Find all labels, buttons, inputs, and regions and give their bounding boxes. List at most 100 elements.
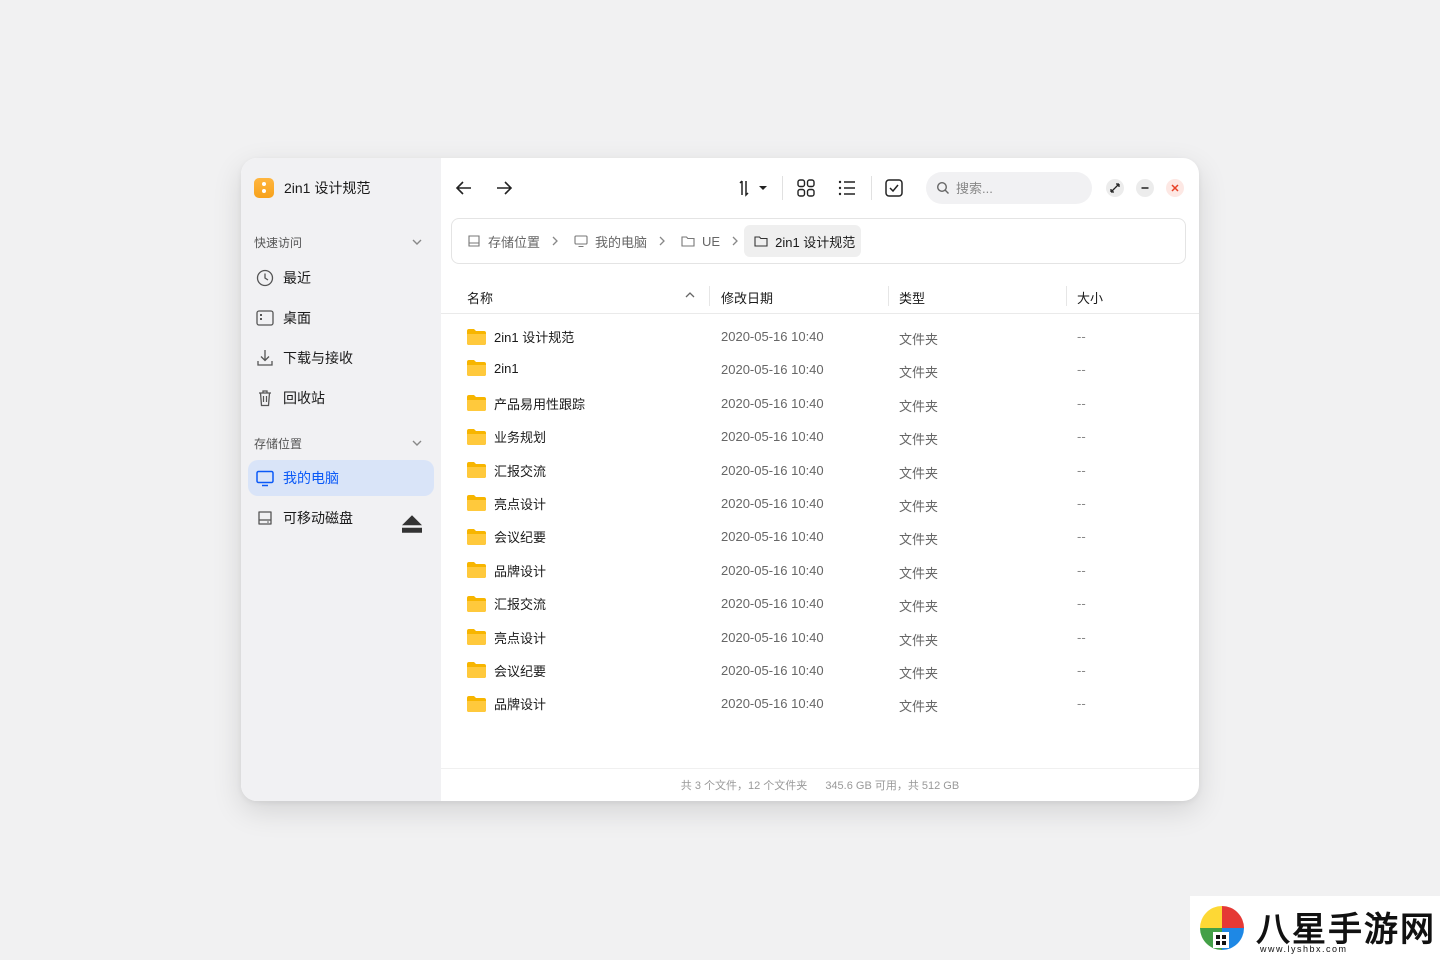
back-button[interactable] [453, 177, 475, 199]
folder-icon [467, 695, 486, 712]
app-logo-icon [254, 178, 274, 198]
file-size: -- [1077, 562, 1086, 578]
grid-view-button[interactable] [795, 178, 817, 198]
multi-select-button[interactable] [883, 178, 905, 198]
table-row[interactable]: 2in1 2020-05-16 10:40 文件夹 -- [441, 353, 1199, 386]
sidebar-item-downloads[interactable]: 下载与接收 [248, 340, 434, 376]
file-type: 文件夹 [899, 365, 939, 381]
list-view-button[interactable] [836, 178, 858, 198]
sort-ascending-chevron-icon[interactable] [684, 290, 696, 300]
file-name-cell: 会议纪要 [467, 661, 546, 680]
file-size: -- [1077, 629, 1086, 645]
file-date: 2020-05-16 10:40 [721, 429, 824, 445]
file-type: 文件夹 [899, 498, 939, 514]
file-date: 2020-05-16 10:40 [721, 629, 824, 645]
column-divider[interactable] [1066, 286, 1067, 306]
table-row[interactable]: 业务规划 2020-05-16 10:40 文件夹 -- [441, 420, 1199, 453]
fullscreen-button[interactable] [1106, 179, 1124, 197]
file-type: 文件夹 [899, 665, 939, 681]
file-name-cell: 亮点设计 [467, 628, 546, 647]
table-row[interactable]: 亮点设计 2020-05-16 10:40 文件夹 -- [441, 621, 1199, 654]
search-box[interactable] [926, 172, 1092, 204]
file-date: 2020-05-16 10:40 [721, 696, 824, 712]
breadcrumb-item-storage[interactable]: 存储位置 [457, 225, 546, 257]
file-name-cell: 汇报交流 [467, 461, 546, 480]
file-size: -- [1077, 662, 1086, 678]
column-header-name[interactable]: 名称 [467, 288, 493, 307]
sidebar-item-recent[interactable]: 最近 [248, 260, 434, 296]
sidebar-item-my-computer[interactable]: 我的电脑 [248, 460, 434, 496]
forward-button[interactable] [493, 177, 515, 199]
file-date: 2020-05-16 10:40 [721, 495, 824, 511]
table-row[interactable]: 产品易用性跟踪 2020-05-16 10:40 文件夹 -- [441, 387, 1199, 420]
file-name-cell: 亮点设计 [467, 494, 546, 513]
table-row[interactable]: 会议纪要 2020-05-16 10:40 文件夹 -- [441, 654, 1199, 687]
folder-icon [467, 595, 486, 612]
sidebar-item-trash[interactable]: 回收站 [248, 380, 434, 416]
file-manager-window: 2in1 设计规范 快速访问 最近 桌面 下载与接收 回收站 存储位置 我的电脑 [241, 158, 1199, 801]
sidebar-item-label: 可移动磁盘 [283, 510, 353, 526]
sidebar-item-label: 下载与接收 [283, 350, 353, 366]
minimize-button[interactable] [1136, 179, 1154, 197]
sidebar-item-desktop[interactable]: 桌面 [248, 300, 434, 336]
file-size: -- [1077, 462, 1086, 478]
table-row[interactable]: 汇报交流 2020-05-16 10:40 文件夹 -- [441, 587, 1199, 620]
folder-icon [467, 562, 486, 579]
column-header-type[interactable]: 类型 [899, 288, 925, 307]
folder-icon [467, 360, 486, 377]
file-size: -- [1077, 362, 1086, 378]
file-size: -- [1077, 696, 1086, 712]
minimize-icon [1141, 187, 1149, 189]
sidebar-item-removable-disk[interactable]: 可移动磁盘 [248, 500, 434, 536]
breadcrumb-item-ue[interactable]: UE [671, 225, 726, 257]
table-row[interactable]: 品牌设计 2020-05-16 10:40 文件夹 -- [441, 554, 1199, 587]
file-date: 2020-05-16 10:40 [721, 596, 824, 612]
storage-collapse-chevron-icon[interactable] [411, 437, 423, 449]
file-name-cell: 会议纪要 [467, 527, 546, 546]
file-name-cell: 品牌设计 [467, 694, 546, 713]
table-row[interactable]: 2in1 设计规范 2020-05-16 10:40 文件夹 -- [441, 320, 1199, 353]
table-header: 名称 修改日期 类型 大小 [441, 282, 1199, 314]
sidebar-item-label: 桌面 [283, 310, 311, 326]
watermark: 八星手游网 www.lyshbx.com [1190, 896, 1440, 960]
chevron-right-icon [552, 236, 558, 246]
search-input[interactable] [956, 180, 1076, 196]
file-type: 文件夹 [899, 532, 939, 548]
breadcrumb-label: 我的电脑 [595, 234, 648, 250]
close-button[interactable] [1166, 179, 1184, 197]
arrow-right-icon [497, 181, 513, 195]
table-row[interactable]: 品牌设计 2020-05-16 10:40 文件夹 -- [441, 687, 1199, 720]
column-header-date[interactable]: 修改日期 [721, 288, 773, 307]
table-row[interactable]: 汇报交流 2020-05-16 10:40 文件夹 -- [441, 454, 1199, 487]
file-name: 2in1 [494, 360, 519, 376]
app-title: 2in1 设计规范 [284, 180, 371, 196]
sort-menu-button[interactable] [737, 178, 771, 198]
app-title-bar: 2in1 设计规范 [254, 178, 370, 198]
file-name: 汇报交流 [494, 597, 547, 613]
status-file-count: 共 3 个文件，12 个文件夹 [680, 780, 808, 792]
file-name: 业务规划 [494, 430, 547, 446]
column-divider[interactable] [888, 286, 889, 306]
folder-icon [467, 462, 486, 479]
file-type: 文件夹 [899, 632, 939, 648]
breadcrumb-item-my-computer[interactable]: 我的电脑 [564, 225, 653, 257]
storage-label: 存储位置 [254, 437, 303, 451]
table-row[interactable]: 会议纪要 2020-05-16 10:40 文件夹 -- [441, 520, 1199, 553]
eject-icon[interactable] [402, 514, 422, 534]
breadcrumb-label: UE [702, 233, 721, 249]
quick-access-label: 快速访问 [254, 236, 303, 250]
file-date: 2020-05-16 10:40 [721, 462, 824, 478]
clock-icon [256, 269, 274, 287]
fullscreen-icon [1110, 183, 1120, 193]
column-divider[interactable] [709, 286, 710, 306]
watermark-logo-icon [1200, 906, 1244, 950]
folder-icon [681, 236, 695, 247]
column-header-size[interactable]: 大小 [1077, 288, 1103, 307]
quick-access-collapse-chevron-icon[interactable] [411, 236, 423, 248]
main-content: 存储位置 我的电脑 UE 2in1 设计规范 名称 修改日期 [441, 158, 1199, 801]
file-type: 文件夹 [899, 398, 939, 414]
table-row[interactable]: 亮点设计 2020-05-16 10:40 文件夹 -- [441, 487, 1199, 520]
sidebar: 2in1 设计规范 快速访问 最近 桌面 下载与接收 回收站 存储位置 我的电脑 [241, 158, 441, 801]
file-name: 产品易用性跟踪 [494, 396, 586, 412]
breadcrumb-item-current[interactable]: 2in1 设计规范 [744, 225, 862, 257]
